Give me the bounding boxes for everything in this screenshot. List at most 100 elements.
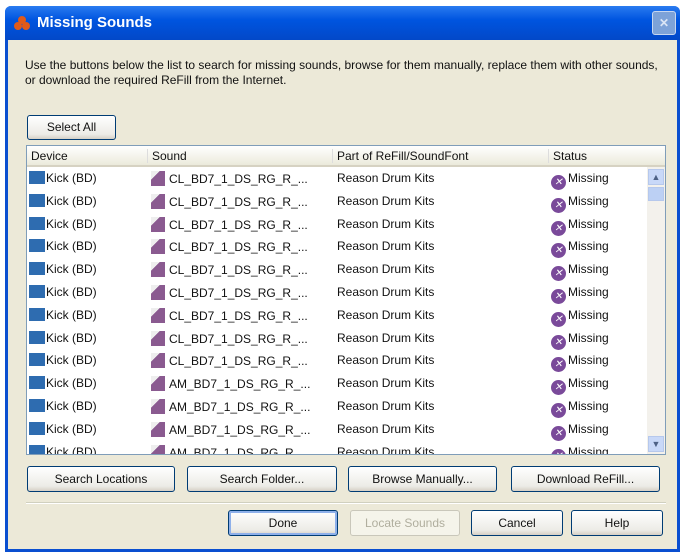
sound-cell: CL_BD7_1_DS_RG_R_...: [151, 330, 308, 346]
sound-cell: CL_BD7_1_DS_RG_R_...: [151, 171, 308, 186]
window-title: Missing Sounds: [37, 14, 153, 31]
status-cell: ✕Missing: [551, 399, 609, 418]
device-cell: Kick (BD): [29, 444, 97, 454]
missing-sounds-list[interactable]: Device Sound Part of ReFill/SoundFont St…: [26, 145, 666, 455]
device-icon: [29, 376, 45, 390]
device-cell: Kick (BD): [29, 421, 97, 436]
sound-file-icon: [151, 262, 165, 278]
sound-cell: CL_BD7_1_DS_RG_R_...: [151, 193, 308, 209]
part-cell: Reason Drum Kits: [337, 216, 435, 231]
status-cell: ✕Missing: [551, 422, 609, 441]
part-cell: Reason Drum Kits: [337, 421, 435, 436]
device-cell: Kick (BD): [29, 262, 97, 276]
browse-manually-button[interactable]: Browse Manually...: [348, 466, 497, 492]
device-cell: Kick (BD): [29, 307, 97, 322]
list-row[interactable]: Kick (BD) AM_BD7_1_DS_RG_R_... Reason Dr…: [27, 395, 665, 418]
part-cell: Reason Drum Kits: [337, 284, 435, 299]
scroll-down-icon[interactable]: ▼: [648, 436, 664, 452]
title-bar: Missing Sounds ✕: [5, 6, 680, 40]
part-cell: Reason Drum Kits: [337, 444, 435, 455]
column-header-device[interactable]: Device: [27, 149, 68, 163]
list-row[interactable]: Kick (BD) CL_BD7_1_DS_RG_R_... Reason Dr…: [27, 258, 665, 282]
status-cell: ✕Missing: [551, 217, 609, 236]
search-locations-button[interactable]: Search Locations: [27, 466, 175, 492]
part-cell: Reason Drum Kits: [337, 262, 435, 277]
scroll-thumb[interactable]: [648, 187, 664, 201]
status-cell: ✕Missing: [551, 445, 609, 454]
sound-file-icon: [151, 171, 165, 186]
part-cell: Reason Drum Kits: [337, 171, 435, 185]
part-cell: Reason Drum Kits: [337, 193, 435, 208]
sound-file-icon: [151, 330, 165, 346]
missing-x-icon: ✕: [551, 243, 566, 259]
part-cell: Reason Drum Kits: [337, 307, 435, 322]
list-row[interactable]: Kick (BD) CL_BD7_1_DS_RG_R_... Reason Dr…: [27, 235, 665, 259]
sound-cell: CL_BD7_1_DS_RG_R_...: [151, 262, 308, 278]
missing-x-icon: ✕: [551, 448, 566, 454]
device-icon: [29, 307, 45, 321]
device-cell: Kick (BD): [29, 284, 97, 299]
reason-app-icon: [14, 16, 30, 30]
list-row[interactable]: Kick (BD) CL_BD7_1_DS_RG_R_... Reason Dr…: [27, 190, 665, 213]
search-folder-button[interactable]: Search Folder...: [187, 466, 337, 492]
list-row[interactable]: Kick (BD) AM_BD7_1_DS_RG_R_... Reason Dr…: [27, 418, 665, 441]
missing-x-icon: ✕: [551, 220, 566, 236]
status-cell: ✕Missing: [551, 285, 609, 304]
done-button[interactable]: Done: [228, 510, 338, 536]
list-row[interactable]: Kick (BD) CL_BD7_1_DS_RG_R_... Reason Dr…: [27, 167, 665, 190]
sound-cell: AM_BD7_1_DS_RG_R_...: [151, 444, 310, 454]
column-header-sound[interactable]: Sound: [147, 149, 187, 163]
instructions-text: Use the buttons below the list to search…: [25, 58, 658, 87]
status-cell: ✕Missing: [551, 331, 609, 350]
vertical-scrollbar[interactable]: ▲ ▼: [647, 167, 665, 454]
device-icon: [29, 193, 45, 207]
list-row[interactable]: Kick (BD) CL_BD7_1_DS_RG_R_... Reason Dr…: [27, 349, 665, 373]
missing-x-icon: ✕: [551, 402, 566, 418]
device-cell: Kick (BD): [29, 330, 97, 345]
sound-cell: CL_BD7_1_DS_RG_R_...: [151, 307, 308, 323]
device-cell: Kick (BD): [29, 171, 97, 185]
device-icon: [29, 421, 45, 435]
part-cell: Reason Drum Kits: [337, 239, 435, 254]
sound-file-icon: [151, 216, 165, 232]
help-button[interactable]: Help: [571, 510, 663, 536]
status-cell: ✕Missing: [551, 262, 609, 282]
column-header-status[interactable]: Status: [548, 149, 587, 163]
part-cell: Reason Drum Kits: [337, 353, 435, 368]
list-row[interactable]: Kick (BD) AM_BD7_1_DS_RG_R_... Reason Dr…: [27, 372, 665, 396]
sound-file-icon: [151, 239, 165, 255]
list-row[interactable]: Kick (BD) CL_BD7_1_DS_RG_R_... Reason Dr…: [27, 281, 665, 304]
device-icon: [29, 330, 45, 344]
list-row[interactable]: Kick (BD) AM_BD7_1_DS_RG_R_... Reason Dr…: [27, 441, 665, 455]
missing-x-icon: ✕: [551, 380, 566, 396]
sound-cell: AM_BD7_1_DS_RG_R_...: [151, 421, 310, 437]
list-row[interactable]: Kick (BD) CL_BD7_1_DS_RG_R_... Reason Dr…: [27, 327, 665, 350]
locate-sounds-button[interactable]: Locate Sounds: [350, 510, 460, 536]
missing-sounds-dialog: Missing Sounds ✕ Use the buttons below t…: [5, 6, 680, 552]
device-cell: Kick (BD): [29, 376, 97, 390]
select-all-button[interactable]: Select All: [27, 115, 116, 140]
missing-x-icon: ✕: [551, 357, 566, 373]
device-icon: [29, 353, 45, 367]
sound-file-icon: [151, 444, 165, 454]
list-row[interactable]: Kick (BD) CL_BD7_1_DS_RG_R_... Reason Dr…: [27, 304, 665, 327]
download-refill-button[interactable]: Download ReFill...: [511, 466, 660, 492]
sound-file-icon: [151, 421, 165, 437]
device-icon: [29, 239, 45, 253]
sound-cell: CL_BD7_1_DS_RG_R_...: [151, 353, 308, 369]
sound-file-icon: [151, 284, 165, 300]
device-icon: [29, 216, 45, 230]
column-header-part[interactable]: Part of ReFill/SoundFont: [332, 149, 468, 163]
list-row[interactable]: Kick (BD) CL_BD7_1_DS_RG_R_... Reason Dr…: [27, 213, 665, 236]
missing-x-icon: ✕: [551, 175, 566, 190]
close-button[interactable]: ✕: [652, 11, 676, 35]
cancel-button[interactable]: Cancel: [471, 510, 563, 536]
status-cell: ✕Missing: [551, 353, 609, 373]
divider: [26, 502, 666, 504]
sound-cell: CL_BD7_1_DS_RG_R_...: [151, 239, 308, 255]
sound-file-icon: [151, 193, 165, 209]
sound-file-icon: [151, 398, 165, 414]
scroll-up-icon[interactable]: ▲: [648, 169, 664, 185]
missing-x-icon: ✕: [551, 266, 566, 282]
device-cell: Kick (BD): [29, 193, 97, 208]
